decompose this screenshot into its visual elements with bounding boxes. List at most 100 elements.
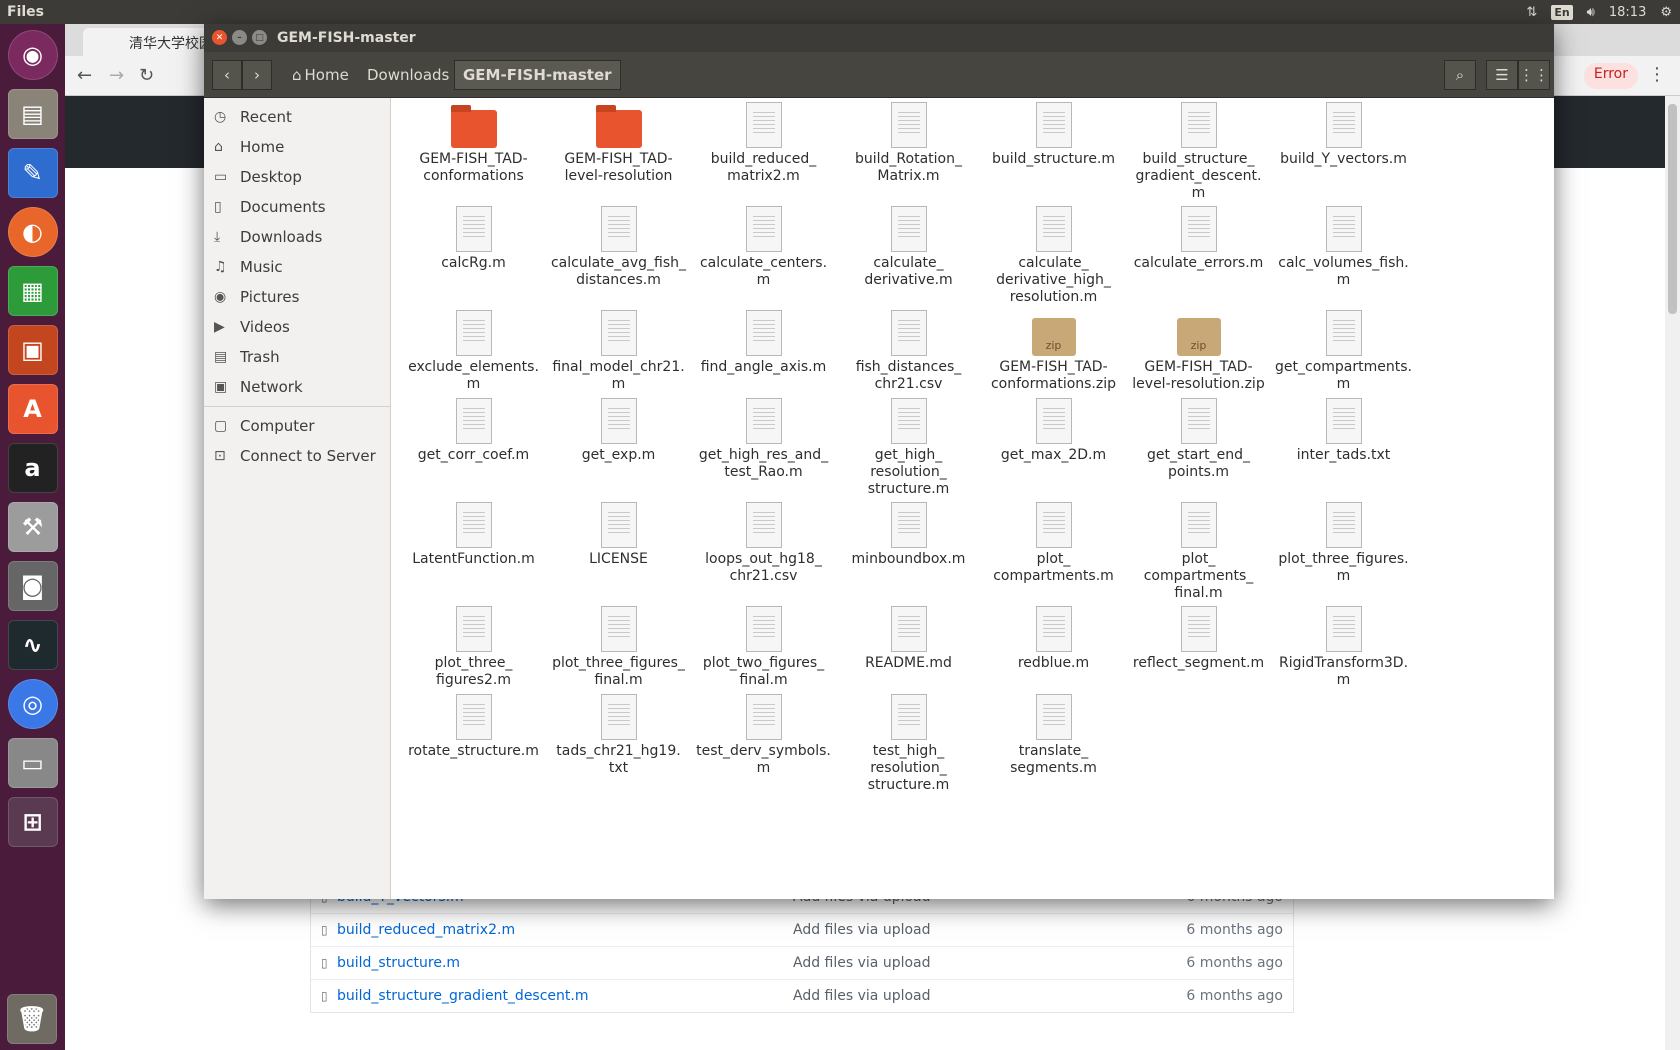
sidebar-item-home[interactable]: ⌂ Home — [204, 132, 390, 162]
screenshot-app-icon[interactable]: ◙ — [7, 561, 58, 611]
file-item[interactable]: calculate_ derivative.m — [831, 206, 986, 289]
breadcrumb-home[interactable]: ⌂ Home — [284, 60, 357, 90]
folder-item[interactable]: GEM-FISH_TAD- conformations — [396, 102, 551, 185]
forward-icon[interactable]: → — [109, 65, 124, 86]
maximize-icon[interactable]: □ — [252, 30, 267, 45]
file-item[interactable]: plot_ compartments.m — [976, 502, 1131, 585]
reload-icon[interactable]: ↻ — [139, 65, 154, 86]
file-item[interactable]: loops_out_hg18_ chr21.csv — [686, 502, 841, 585]
breadcrumb-downloads[interactable]: Downloads — [359, 60, 457, 90]
file-item[interactable]: calc_volumes_fish. m — [1266, 206, 1421, 289]
folder-item[interactable]: GEM-FISH_TAD- level-resolution — [541, 102, 696, 185]
file-item[interactable]: test_derv_symbols. m — [686, 694, 841, 777]
file-item[interactable]: rotate_structure.m — [396, 694, 551, 760]
repo-file-link[interactable]: build_structure.m — [337, 955, 460, 971]
file-item[interactable]: plot_ compartments_ final.m — [1121, 502, 1276, 602]
file-item[interactable]: exclude_elements. m — [396, 310, 551, 393]
file-item[interactable]: zip GEM-FISH_TAD- level-resolution.zip — [1121, 310, 1276, 393]
writer-app-icon[interactable]: ✎ — [7, 148, 58, 198]
dash-ubuntu-icon[interactable]: ◉ — [7, 30, 58, 80]
file-item[interactable]: get_start_end_ points.m — [1121, 398, 1276, 481]
file-item[interactable]: get_high_res_and_ test_Rao.m — [686, 398, 841, 481]
scrollbar-thumb[interactable] — [1668, 104, 1677, 314]
sidebar-item-videos[interactable]: ▶ Videos — [204, 312, 390, 342]
sidebar-item-documents[interactable]: ▯ Documents — [204, 192, 390, 222]
chromium-app-icon[interactable]: ◎ — [7, 679, 58, 729]
file-item[interactable]: plot_three_ figures2.m — [396, 606, 551, 689]
sidebar-item-network[interactable]: ▣ Network — [204, 372, 390, 402]
file-item[interactable]: build_Y_vectors.m — [1266, 102, 1421, 168]
minimize-icon[interactable]: – — [232, 30, 247, 45]
impress-app-icon[interactable]: ▣ — [7, 325, 58, 375]
sidebar-item-pictures[interactable]: ◉ Pictures — [204, 282, 390, 312]
trash-icon[interactable]: 🗑︎ — [7, 994, 57, 1044]
file-item[interactable]: LatentFunction.m — [396, 502, 551, 568]
profile-error-badge[interactable]: Error — [1583, 63, 1638, 89]
file-item[interactable]: final_model_chr21. m — [541, 310, 696, 393]
keyboard-layout-indicator[interactable]: En — [1551, 4, 1573, 20]
file-item[interactable]: LICENSE — [541, 502, 696, 568]
firefox-app-icon[interactable]: ◐ — [7, 207, 58, 257]
sidebar-item-trash[interactable]: ▤ Trash — [204, 342, 390, 372]
file-item[interactable]: test_high_ resolution_ structure.m — [831, 694, 986, 794]
file-item[interactable]: build_structure_ gradient_descent. m — [1121, 102, 1276, 202]
file-item[interactable]: build_reduced_ matrix2.m — [686, 102, 841, 185]
file-item[interactable]: fish_distances_ chr21.csv — [831, 310, 986, 393]
clock[interactable]: 18:13 — [1609, 5, 1646, 20]
grid-view-button[interactable]: ⋮⋮ — [1518, 60, 1550, 90]
file-item[interactable]: plot_three_figures. m — [1266, 502, 1421, 585]
browser-menu-icon[interactable]: ⋮ — [1648, 64, 1666, 85]
file-item[interactable]: reflect_segment.m — [1121, 606, 1276, 672]
file-item[interactable]: calculate_centers. m — [686, 206, 841, 289]
file-item[interactable]: RigidTransform3D. m — [1266, 606, 1421, 689]
file-item[interactable]: get_high_ resolution_ structure.m — [831, 398, 986, 498]
file-item[interactable]: calculate_avg_fish_ distances.m — [541, 206, 696, 289]
scanner-app-icon[interactable]: ▭ — [7, 738, 58, 788]
file-item[interactable]: get_compartments. m — [1266, 310, 1421, 393]
file-item[interactable]: README.md — [831, 606, 986, 672]
sidebar-item-music[interactable]: ♫ Music — [204, 252, 390, 282]
files-app-icon[interactable]: ▤ — [7, 89, 58, 139]
file-item[interactable]: get_corr_coef.m — [396, 398, 551, 464]
repo-file-link[interactable]: build_structure_gradient_descent.m — [337, 988, 589, 1004]
file-item[interactable]: get_max_2D.m — [976, 398, 1131, 464]
sidebar-item-connect-to-server[interactable]: ⊡ Connect to Server — [204, 441, 390, 471]
volume-icon[interactable]: 🔊︎ — [1587, 5, 1595, 20]
commit-message-link[interactable]: Add files via upload — [793, 988, 931, 1004]
file-item[interactable]: inter_tads.txt — [1266, 398, 1421, 464]
file-item[interactable]: plot_two_figures_ final.m — [686, 606, 841, 689]
file-item[interactable]: plot_three_figures_ final.m — [541, 606, 696, 689]
file-item[interactable]: get_exp.m — [541, 398, 696, 464]
commit-message-link[interactable]: Add files via upload — [793, 922, 931, 938]
system-gear-icon[interactable]: ⚙ — [1660, 5, 1672, 20]
file-item[interactable]: calculate_ derivative_high_ resolution.m — [976, 206, 1131, 306]
file-item[interactable]: zip GEM-FISH_TAD- conformations.zip — [976, 310, 1131, 393]
commit-message-link[interactable]: Add files via upload — [793, 955, 931, 971]
workspace-switcher-icon[interactable]: ⊞ — [7, 797, 58, 847]
file-item[interactable]: minboundbox.m — [831, 502, 986, 568]
forward-button[interactable]: › — [242, 60, 272, 90]
close-icon[interactable]: ✕ — [212, 30, 227, 45]
repo-file-link[interactable]: build_reduced_matrix2.m — [337, 922, 515, 938]
system-monitor-icon[interactable]: ∿ — [7, 620, 58, 670]
page-scrollbar[interactable] — [1665, 96, 1680, 1050]
file-item[interactable]: build_Rotation_ Matrix.m — [831, 102, 986, 185]
back-icon[interactable]: ← — [77, 65, 92, 86]
breadcrumb-current[interactable]: GEM-FISH-master — [454, 60, 621, 90]
file-item[interactable]: calculate_errors.m — [1121, 206, 1276, 272]
sidebar-item-desktop[interactable]: ▭ Desktop — [204, 162, 390, 192]
file-item[interactable]: tads_chr21_hg19. txt — [541, 694, 696, 777]
software-center-icon[interactable]: A — [7, 384, 58, 434]
sidebar-item-computer[interactable]: ▢ Computer — [204, 411, 390, 441]
sidebar-item-recent[interactable]: ◷ Recent — [204, 102, 390, 132]
file-item[interactable]: redblue.m — [976, 606, 1131, 672]
file-item[interactable]: translate_ segments.m — [976, 694, 1131, 777]
sidebar-item-downloads[interactable]: ⤓ Downloads — [204, 222, 390, 252]
search-button[interactable]: ⌕ — [1444, 60, 1476, 90]
file-item[interactable]: calcRg.m — [396, 206, 551, 272]
amazon-app-icon[interactable]: a — [7, 443, 58, 493]
system-settings-icon[interactable]: ⚒ — [7, 502, 58, 552]
list-view-button[interactable]: ☰ — [1486, 60, 1518, 90]
file-item[interactable]: find_angle_axis.m — [686, 310, 841, 376]
window-titlebar[interactable]: ✕ – □ GEM-FISH-master — [204, 24, 1554, 52]
